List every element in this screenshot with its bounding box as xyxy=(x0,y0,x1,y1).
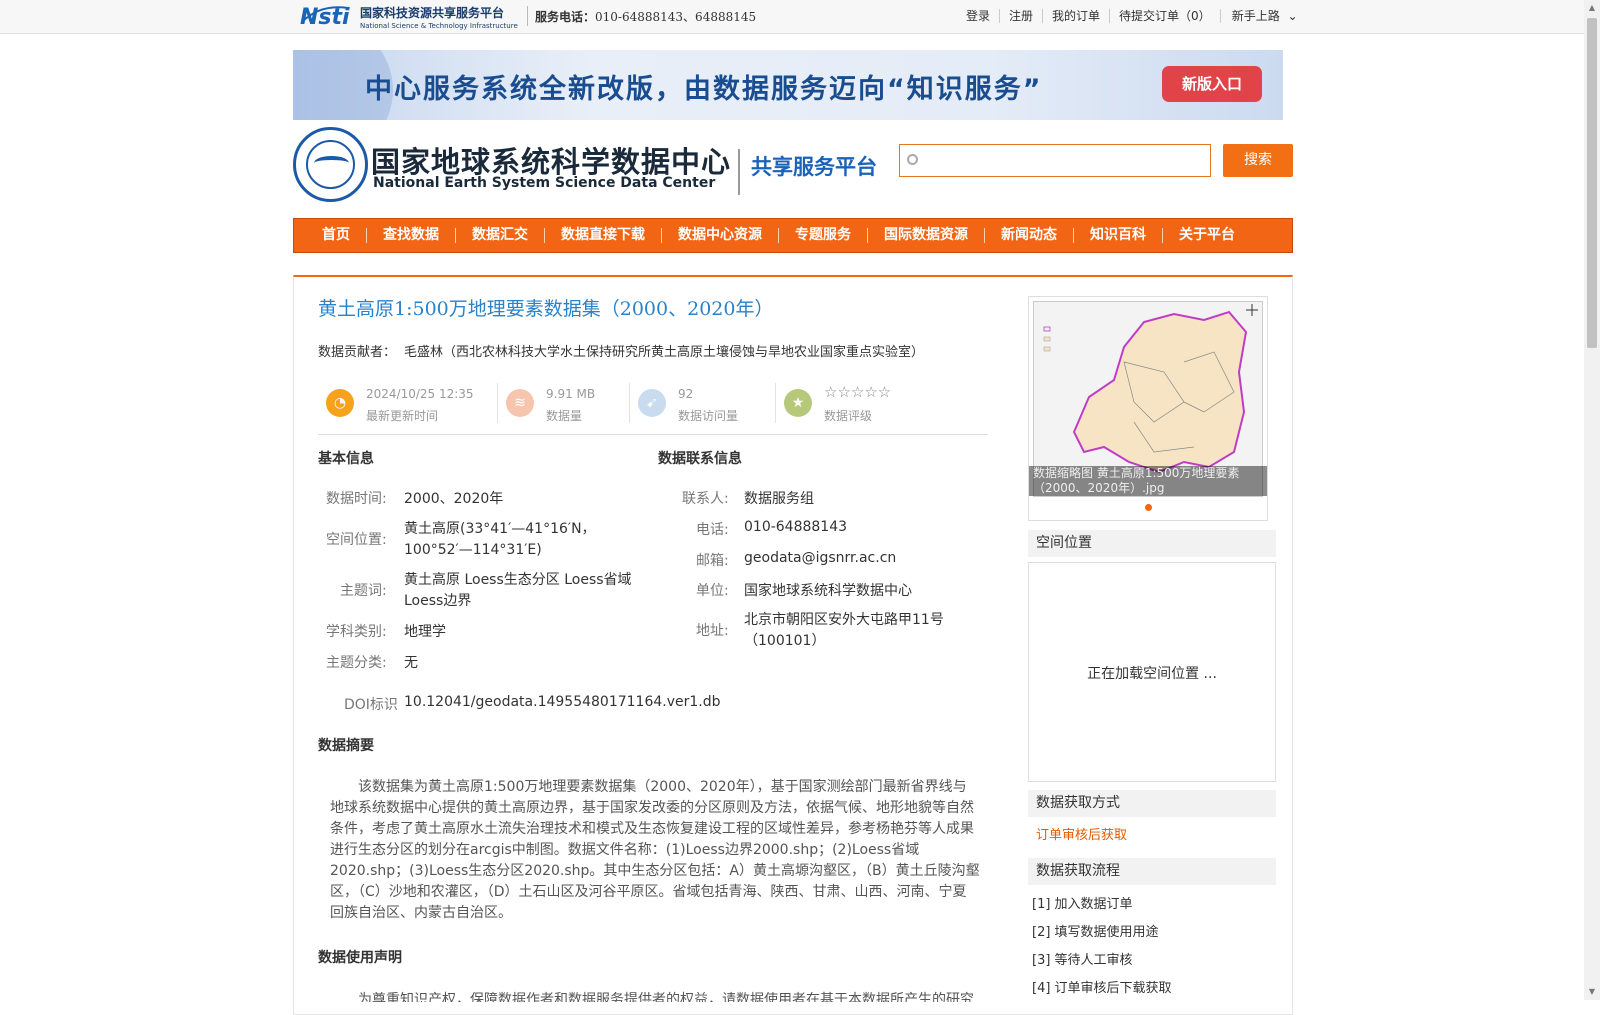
nav-home[interactable]: 首页 xyxy=(294,228,367,243)
doi-value[interactable]: 10.12041/geodata.14955480171164.ver1.db xyxy=(404,694,721,710)
nav-data-submit[interactable]: 数据汇交 xyxy=(456,228,545,243)
nsti-logo[interactable]: Nsti 国家科技资源共享服务平台 National Science & Tec… xyxy=(300,2,522,30)
flow-step: [1] 加入数据订单 xyxy=(1032,897,1133,912)
spatial-map-panel[interactable]: 正在加载空间位置 ... xyxy=(1028,562,1276,782)
stat-visits: ➹ 92 数据访问量 xyxy=(630,381,776,427)
flow-heading: 数据获取流程 xyxy=(1028,858,1276,885)
rating-stars[interactable]: ☆☆☆☆☆ xyxy=(824,383,891,401)
clock-icon: ◔ xyxy=(326,389,354,417)
access-flow-steps: [1] 加入数据订单 [2] 填写数据使用用途 [3] 等待人工审核 [4] 订… xyxy=(1032,893,1172,1005)
banner-title: 中心服务系统全新改版，由数据服务迈向“知识服务” xyxy=(365,74,1043,105)
dataset-stats: ◔ 2024/10/25 12:35 最新更新时间 ≋ 9.91 MB 数据量 … xyxy=(318,381,988,435)
header-divider xyxy=(738,149,740,195)
spatial-loading-text: 正在加载空间位置 ... xyxy=(1087,666,1217,682)
topbar-divider xyxy=(527,6,528,26)
register-link[interactable]: 注册 xyxy=(1000,9,1044,23)
platform-name: 共享服务平台 xyxy=(751,155,877,179)
logo-text: 国家科技资源共享服务平台 xyxy=(360,5,504,20)
dataset-title: 黄土高原1:500万地理要素数据集（2000、2020年） xyxy=(318,298,774,320)
search-input[interactable] xyxy=(922,149,1202,173)
my-orders-link[interactable]: 我的订单 xyxy=(1043,9,1111,23)
announcement-banner[interactable]: 中心服务系统全新改版，由数据服务迈向“知识服务” 新版入口 xyxy=(293,50,1283,120)
thumbnail-carousel[interactable]: 数据缩略图 黄土高原1:500万地理要素（2000、2020年）.jpg xyxy=(1028,296,1268,521)
stat-data-size: ≋ 9.91 MB 数据量 xyxy=(498,381,630,427)
thumbnail-caption: 数据缩略图 黄土高原1:500万地理要素（2000、2020年）.jpg xyxy=(1029,466,1267,496)
top-bar: Nsti 国家科技资源共享服务平台 National Science & Tec… xyxy=(0,0,1584,34)
nav-topic-services[interactable]: 专题服务 xyxy=(779,228,868,243)
account-links: 登录 注册 我的订单 待提交订单（0） 新手上路 ⌄ xyxy=(960,9,1307,23)
logo-subtext: National Science & Technology Infrastruc… xyxy=(360,22,518,30)
access-heading: 数据获取方式 xyxy=(1028,790,1276,817)
nav-news[interactable]: 新闻动态 xyxy=(985,228,1074,243)
nav-knowledge[interactable]: 知识百科 xyxy=(1074,228,1163,243)
nav-about[interactable]: 关于平台 xyxy=(1163,228,1251,243)
dataset-abstract: 该数据集为黄土高原1:500万地理要素数据集（2000、2020年），基于国家测… xyxy=(330,779,980,921)
search-button[interactable]: 搜索 xyxy=(1223,144,1293,177)
usage-statement: 为尊重知识产权，保障数据作者和数据服务提供者的权益，请数据使用者在基于本数据所产… xyxy=(358,992,974,1002)
page-scrollbar[interactable]: ▲ ▼ xyxy=(1584,0,1600,1000)
nav-direct-download[interactable]: 数据直接下载 xyxy=(545,228,662,243)
main-nav: 首页 查找数据 数据汇交 数据直接下载 数据中心资源 专题服务 国际数据资源 新… xyxy=(293,218,1293,253)
nav-find-data[interactable]: 查找数据 xyxy=(367,228,456,243)
layers-icon: ≋ xyxy=(506,389,534,417)
chevron-down-icon: ⌄ xyxy=(1287,9,1298,23)
subject-link[interactable]: 地理学 xyxy=(404,621,446,641)
star-badge-icon: ★ xyxy=(784,389,812,417)
flow-step: [4] 订单审核后下载获取 xyxy=(1032,981,1172,996)
search-icon xyxy=(907,154,918,165)
search-box[interactable] xyxy=(899,144,1211,177)
email-link[interactable]: geodata@igsnrr.ac.cn xyxy=(744,550,896,566)
stat-rating: ★ ☆☆☆☆☆ 数据评级 xyxy=(776,381,976,427)
scrollbar-thumb[interactable] xyxy=(1587,18,1597,348)
flow-step: [3] 等待人工审核 xyxy=(1032,953,1133,968)
login-link[interactable]: 登录 xyxy=(960,9,1001,23)
dataset-contributor: 数据贡献者： 毛盛林（西北农林科技大学水土保持研究所黄土高原土壤侵蚀与旱地农业国家… xyxy=(318,345,925,360)
new-version-button[interactable]: 新版入口 xyxy=(1162,66,1262,102)
scroll-down-arrow-icon[interactable]: ▼ xyxy=(1584,984,1600,1000)
stat-update-time: ◔ 2024/10/25 12:35 最新更新时间 xyxy=(318,381,498,427)
usage-heading: 数据使用声明 xyxy=(318,950,402,966)
abstract-heading: 数据摘要 xyxy=(318,738,374,754)
nav-international-resources[interactable]: 国际数据资源 xyxy=(868,228,985,243)
pending-orders-link[interactable]: 待提交订单（0） xyxy=(1110,9,1221,23)
service-phone: 服务电话：010-64888143、64888145 xyxy=(535,10,757,24)
beginner-guide-dropdown[interactable]: 新手上路 ⌄ xyxy=(1223,9,1307,23)
keyword-links[interactable]: 黄土高原 Loess生态分区 Loess省域 Loess边界 xyxy=(404,570,644,612)
cursor-icon: ➹ xyxy=(638,389,666,417)
center-english-name: National Earth System Science Data Cente… xyxy=(373,175,716,191)
basic-info-heading: 基本信息 xyxy=(318,451,374,467)
contact-info-heading: 数据联系信息 xyxy=(658,451,742,467)
nav-center-resources[interactable]: 数据中心资源 xyxy=(662,228,779,243)
access-method: 订单审核后获取 xyxy=(1036,828,1128,843)
spatial-heading: 空间位置 xyxy=(1028,530,1276,557)
scroll-up-arrow-icon[interactable]: ▲ xyxy=(1584,0,1600,16)
carousel-dot[interactable] xyxy=(1145,504,1152,511)
data-center-seal-icon[interactable] xyxy=(293,127,368,202)
flow-step: [2] 填写数据使用用途 xyxy=(1032,925,1159,940)
